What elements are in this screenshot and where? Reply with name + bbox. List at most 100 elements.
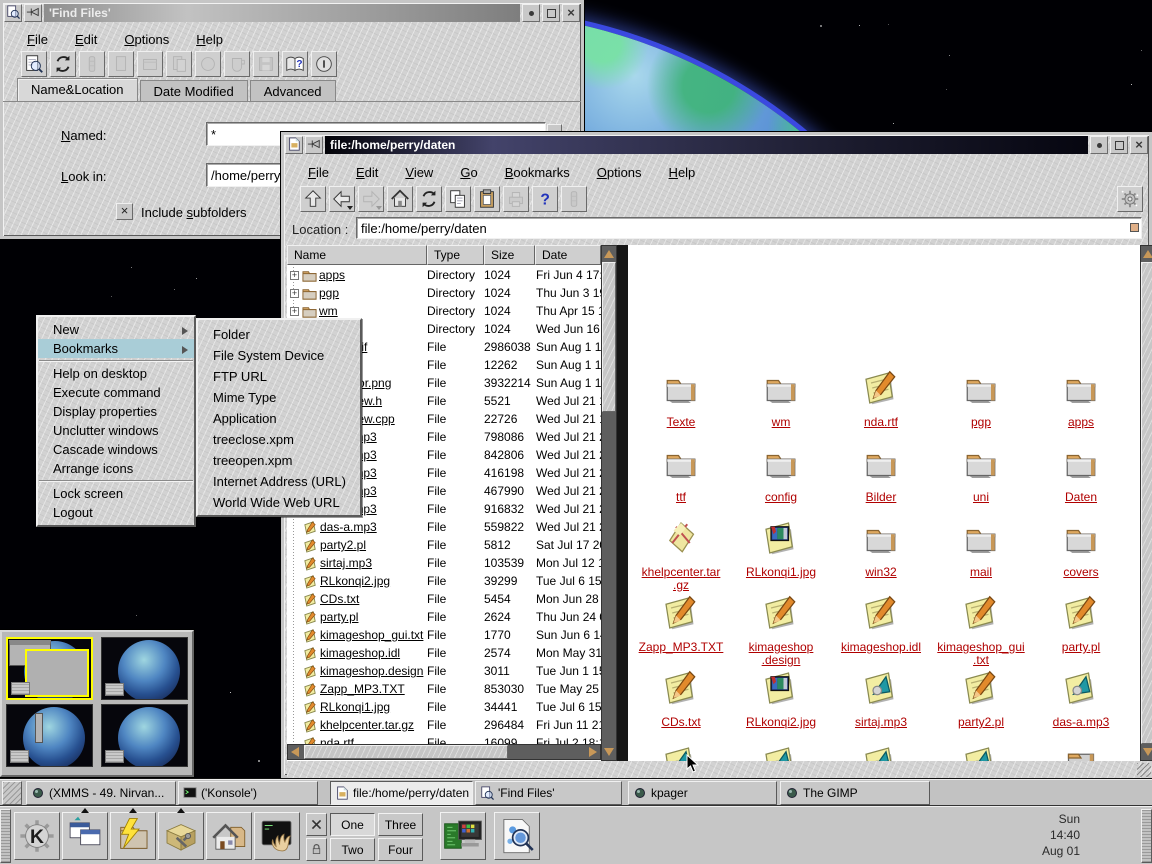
kfm-reload-button[interactable] xyxy=(416,186,442,212)
tree-expander-icon[interactable]: + xyxy=(290,271,299,280)
submenu-item-ftp-url[interactable]: FTP URL xyxy=(198,365,360,386)
kfm-print-button[interactable] xyxy=(503,186,529,212)
file-icon-image-icon[interactable] xyxy=(761,668,801,708)
pager-desktop-1[interactable] xyxy=(6,637,93,700)
file-icon-label[interactable]: nda.rtf xyxy=(831,416,931,429)
desktop-button-four[interactable]: Four xyxy=(378,838,423,861)
table-row[interactable]: khelpcenter.tar.gzFile296484Fri Jun 11 2… xyxy=(287,717,601,735)
file-icon-folder-icon[interactable] xyxy=(761,443,801,483)
file-icon-sound-icon[interactable] xyxy=(861,743,901,761)
kfm-home-button[interactable] xyxy=(387,186,413,212)
file-icon-sound-icon[interactable] xyxy=(1061,668,1101,708)
table-row[interactable]: +appsDirectory1024Fri Jun 4 17:2 xyxy=(287,267,601,285)
file-icon-label[interactable]: ttf xyxy=(631,491,731,504)
menu-item-cascade-windows[interactable]: Cascade windows xyxy=(38,440,194,459)
kfm-menu-options[interactable]: Options xyxy=(597,165,642,180)
submenu-item-mime-type[interactable]: Mime Type xyxy=(198,386,360,407)
file-icon-folder-icon[interactable] xyxy=(1061,518,1101,558)
scrollbar-thumb[interactable] xyxy=(304,745,508,759)
scroll-up-icon[interactable] xyxy=(604,250,614,258)
file-icon-folder-icon[interactable] xyxy=(961,368,1001,408)
launcher-popup-arrow-icon[interactable] xyxy=(129,808,137,813)
taskbar-handle[interactable] xyxy=(2,781,22,805)
launcher-home-directory[interactable] xyxy=(206,812,252,860)
file-icon-image-icon[interactable] xyxy=(761,518,801,558)
file-icon-label[interactable]: pgp xyxy=(931,416,1031,429)
file-icon-label[interactable]: apps xyxy=(1031,416,1131,429)
file-icon-label[interactable]: Zapp_MP3.TXT xyxy=(631,641,731,654)
file-icon-label[interactable]: win32 xyxy=(831,566,931,579)
file-icon-folder-icon[interactable] xyxy=(861,518,901,558)
scroll-up-icon[interactable] xyxy=(1143,250,1152,258)
launcher-popup-arrow-icon[interactable] xyxy=(81,808,89,813)
launcher-toolbox[interactable] xyxy=(158,812,204,860)
column-header-type[interactable]: Type xyxy=(427,245,484,265)
kfm-titlebar[interactable]: file:/home/perry/daten × xyxy=(284,135,1149,155)
kfm-menu-edit[interactable]: Edit xyxy=(356,165,378,180)
scroll-left-icon[interactable] xyxy=(291,747,299,757)
kfm-copy-button[interactable] xyxy=(445,186,471,212)
menu-item-arrange-icons[interactable]: Arrange icons xyxy=(38,459,194,478)
pager-lock-button[interactable] xyxy=(306,838,327,861)
tree-horizontal-scrollbar[interactable] xyxy=(287,744,601,760)
table-row[interactable]: +pgpDirectory1024Thu Jun 3 19 xyxy=(287,285,601,303)
tree-expander-icon[interactable]: + xyxy=(290,289,299,298)
file-icon-label[interactable]: kimageshop.design xyxy=(731,641,831,667)
file-name[interactable]: sirtaj.mp3 xyxy=(320,556,372,570)
file-name[interactable]: pgp xyxy=(319,286,339,300)
file-icon-label[interactable]: covers xyxy=(1031,566,1131,579)
file-icon-label[interactable]: mail xyxy=(931,566,1031,579)
file-icon-label[interactable]: uni xyxy=(931,491,1031,504)
taskbar-button[interactable]: The GIMP xyxy=(780,781,930,805)
file-icon-label[interactable]: das-a.mp3 xyxy=(1031,716,1131,729)
file-icon-folder-icon[interactable] xyxy=(961,518,1001,558)
menu-item-display-properties[interactable]: Display properties xyxy=(38,402,194,421)
launcher-k-menu[interactable]: K xyxy=(14,812,60,860)
column-header-size[interactable]: Size xyxy=(484,245,535,265)
kfm-up-button[interactable] xyxy=(300,186,326,212)
menu-item-unclutter-windows[interactable]: Unclutter windows xyxy=(38,421,194,440)
file-icon-label[interactable]: party2.pl xyxy=(931,716,1031,729)
taskbar-button[interactable]: file:/home/perry/daten xyxy=(330,781,473,805)
sticky-pin-button[interactable] xyxy=(305,136,323,154)
file-icon-label[interactable]: Daten xyxy=(1031,491,1131,504)
file-icon-note-icon[interactable] xyxy=(961,593,1001,633)
file-icon-label[interactable]: wm xyxy=(731,416,831,429)
file-name[interactable]: apps xyxy=(319,268,345,282)
file-icon-note-icon[interactable] xyxy=(961,668,1001,708)
file-icon-sound-icon[interactable] xyxy=(761,743,801,761)
taskbar-button[interactable]: 'Find Files' xyxy=(475,781,622,805)
iconview-vertical-scrollbar[interactable] xyxy=(1140,245,1152,761)
file-icon-label[interactable]: RLkonqi1.jpg xyxy=(731,566,831,579)
file-icon-label[interactable]: party.pl xyxy=(1031,641,1131,654)
file-icon-label[interactable]: config xyxy=(731,491,831,504)
desktop-button-one[interactable]: One xyxy=(330,813,375,836)
launcher-popup-arrow-icon[interactable] xyxy=(177,808,185,813)
table-row[interactable]: sirtaj.mp3File103539Mon Jul 12 16 xyxy=(287,555,601,573)
kpager-window[interactable] xyxy=(0,630,194,777)
file-icon-label[interactable]: Bilder xyxy=(831,491,931,504)
pager-desktop-2[interactable] xyxy=(101,637,188,700)
table-row[interactable]: kimageshop.idlFile2574Mon May 31 1 xyxy=(287,645,601,663)
resize-grip[interactable] xyxy=(1137,763,1151,777)
kfm-menu-file[interactable]: File xyxy=(308,165,329,180)
menu-item-new[interactable]: New xyxy=(38,320,194,339)
file-icon-folder-icon[interactable] xyxy=(661,368,701,408)
file-icon-label[interactable]: CDs.txt xyxy=(631,716,731,729)
file-name[interactable]: RLkonqi2.jpg xyxy=(320,574,390,588)
file-icon-note-icon[interactable] xyxy=(861,368,901,408)
menu-item-execute-command[interactable]: Execute command xyxy=(38,383,194,402)
pager-desktop-4[interactable] xyxy=(101,704,188,767)
table-row[interactable]: Zapp_MP3.TXTFile853030Tue May 25 0 xyxy=(287,681,601,699)
launcher-find-files[interactable] xyxy=(494,812,540,860)
file-icon-label[interactable]: kimageshop.idl xyxy=(831,641,931,654)
file-name[interactable]: kimageshop.idl xyxy=(320,646,400,660)
taskbar-button[interactable]: ('Konsole') xyxy=(178,781,318,805)
file-name[interactable]: das-a.mp3 xyxy=(320,520,377,534)
maximize-button[interactable] xyxy=(1110,136,1128,154)
file-icon-sound-icon[interactable] xyxy=(861,668,901,708)
submenu-item-treeclose-xpm[interactable]: treeclose.xpm xyxy=(198,428,360,449)
window-menu-button[interactable] xyxy=(285,136,303,154)
panel-hide-handle-right[interactable] xyxy=(1141,809,1152,863)
file-icon-label[interactable]: khelpcenter.tar.gz xyxy=(631,566,731,592)
